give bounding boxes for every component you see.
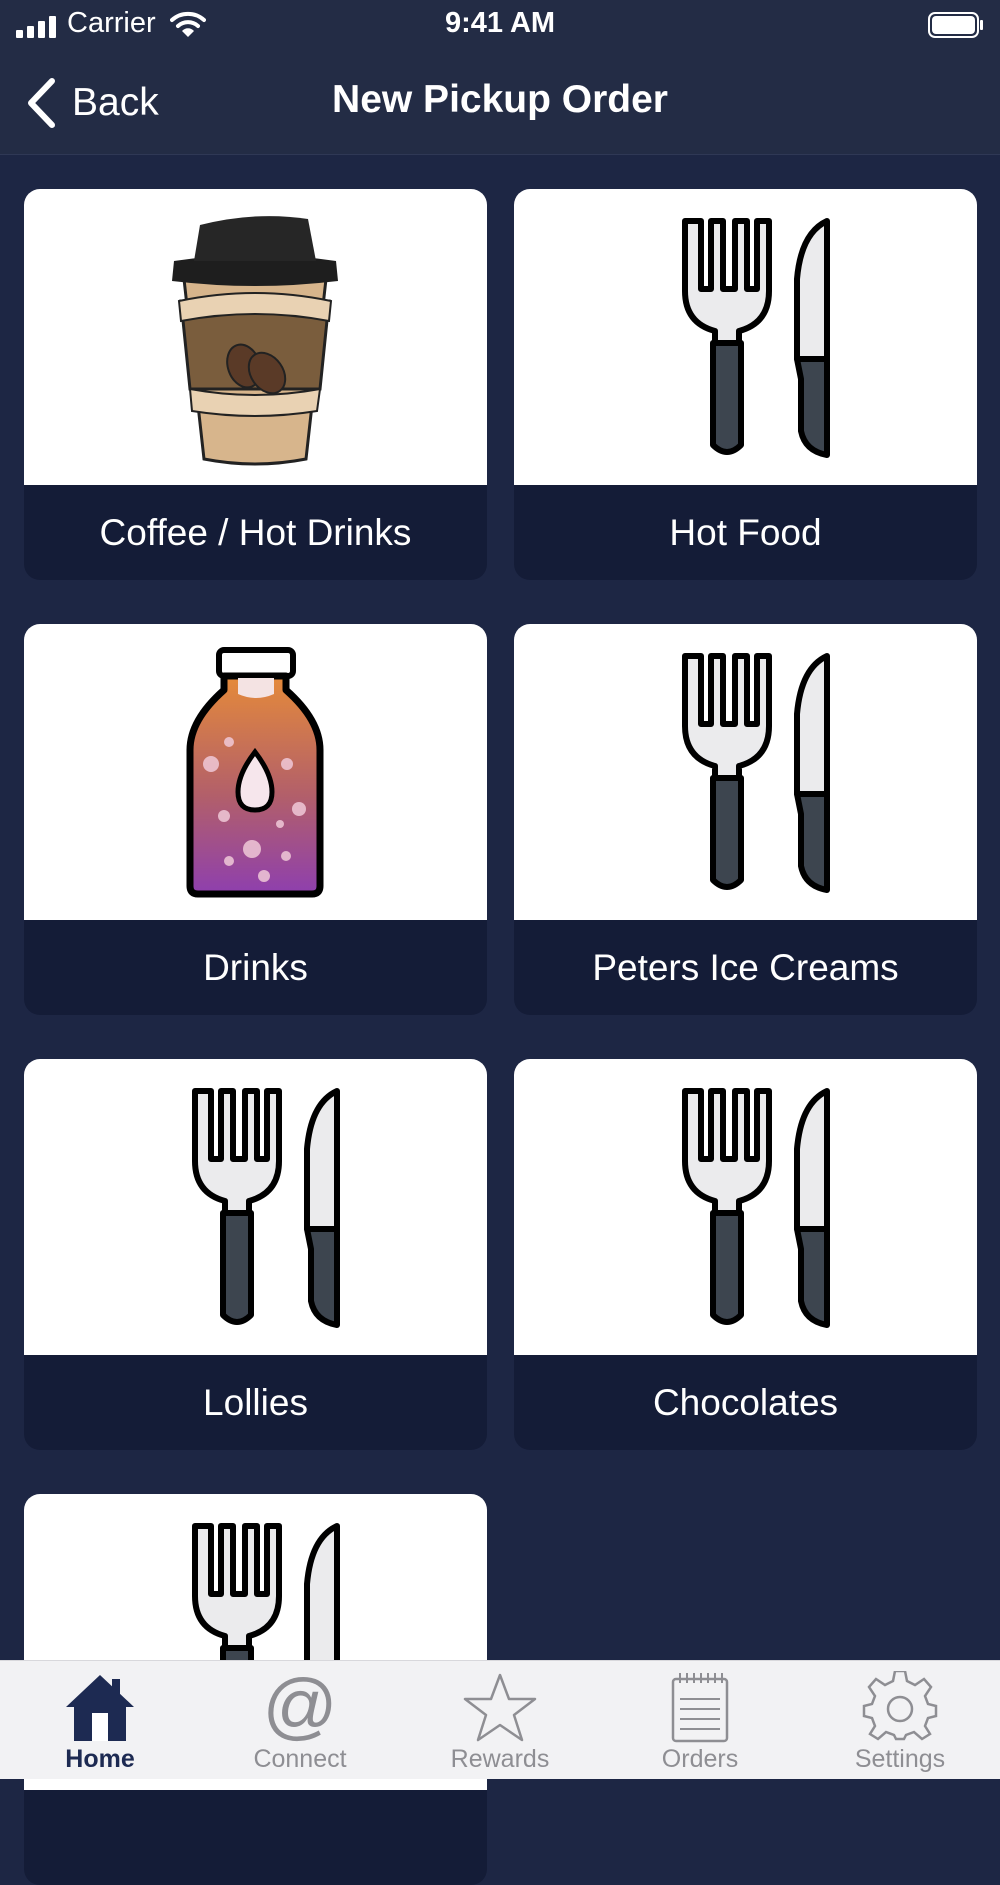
tab-bar: Home @ Connect Rewards Orders Settings — [0, 1660, 1000, 1779]
at-icon: @ — [262, 1671, 337, 1743]
gear-icon — [862, 1671, 938, 1741]
category-label: Coffee / Hot Drinks — [99, 512, 412, 553]
status-time: 9:41 AM — [444, 7, 556, 39]
tab-label: Connect — [253, 1745, 347, 1773]
category-label: Lollies — [203, 1382, 308, 1423]
tab-settings[interactable]: Settings — [800, 1661, 1000, 1779]
category-label: Peters Ice Creams — [592, 947, 899, 988]
category-tile-lollies[interactable]: Lollies — [24, 1059, 487, 1450]
coffee-cup-icon — [172, 216, 338, 466]
category-image — [514, 189, 977, 485]
category-tile-hot-food[interactable]: Hot Food — [514, 189, 977, 580]
cutlery-icon — [682, 1088, 830, 1328]
category-tile-coffee-hot-drinks[interactable]: Coffee / Hot Drinks — [24, 189, 487, 580]
cutlery-icon — [682, 218, 830, 458]
category-tile-drinks[interactable]: Drinks — [24, 624, 487, 1015]
cutlery-icon — [682, 653, 830, 893]
svg-text:@: @ — [262, 1671, 337, 1743]
status-bar: Carrier 9:41 AM — [0, 0, 1000, 50]
category-label: Drinks — [203, 947, 308, 988]
category-label — [24, 1790, 487, 1885]
tab-label: Rewards — [450, 1745, 550, 1773]
category-label: Chocolates — [652, 1382, 839, 1423]
category-image — [514, 624, 977, 920]
cutlery-icon — [192, 1088, 340, 1328]
category-label: Hot Food — [669, 512, 822, 553]
notepad-icon — [671, 1673, 729, 1743]
star-icon — [463, 1673, 537, 1742]
category-image — [24, 189, 487, 485]
bottle-icon — [186, 647, 324, 898]
tab-label: Settings — [854, 1745, 946, 1773]
category-tile-peters-ice-creams[interactable]: Peters Ice Creams — [514, 624, 977, 1015]
category-image — [24, 624, 487, 920]
battery-icon — [928, 12, 983, 38]
tab-orders[interactable]: Orders — [600, 1661, 800, 1779]
tab-label: Home — [65, 1745, 135, 1773]
category-image — [514, 1059, 977, 1355]
tab-home[interactable]: Home — [0, 1661, 200, 1779]
tab-connect[interactable]: @ Connect — [200, 1661, 400, 1779]
category-image — [24, 1059, 487, 1355]
tab-rewards[interactable]: Rewards — [400, 1661, 600, 1779]
navigation-bar: Back New Pickup Order — [0, 50, 1000, 155]
home-icon — [66, 1675, 134, 1741]
tab-label: Orders — [661, 1745, 739, 1773]
page-title: New Pickup Order — [332, 78, 668, 121]
category-tile-chocolates[interactable]: Chocolates — [514, 1059, 977, 1450]
